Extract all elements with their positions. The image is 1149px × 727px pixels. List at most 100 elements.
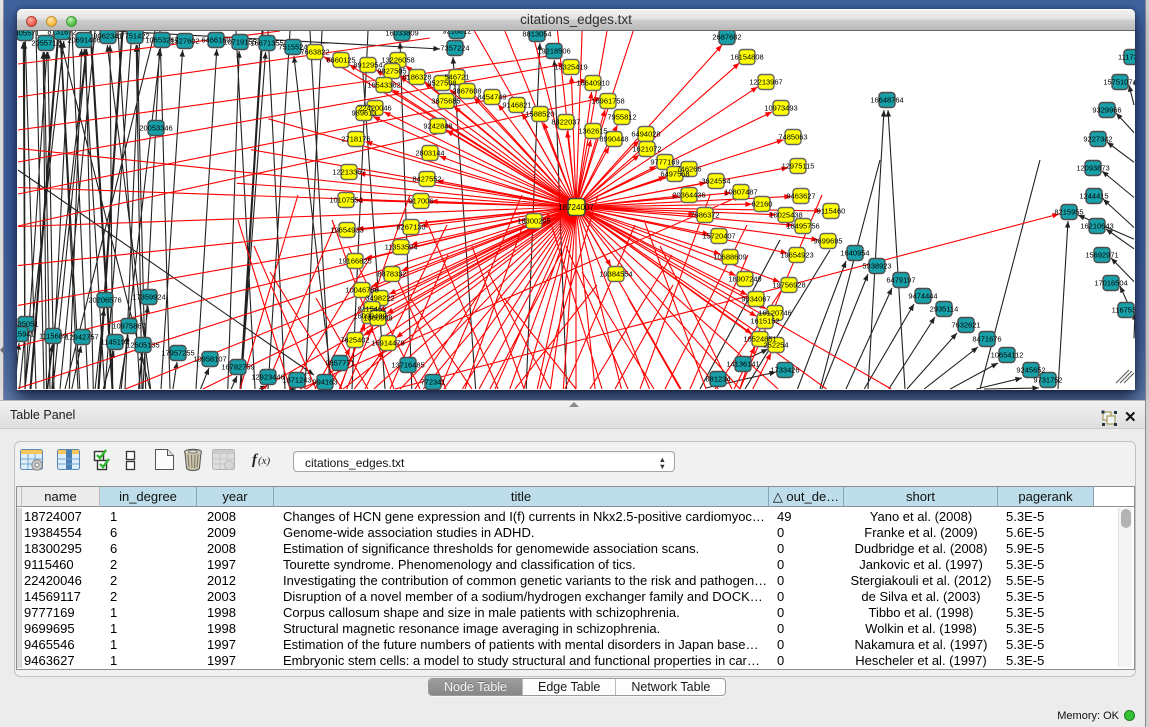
svg-text:16210643: 16210643 (1080, 222, 1113, 231)
svg-text:17016504: 17016504 (1094, 279, 1127, 288)
svg-text:12505135: 12505135 (126, 341, 159, 350)
svg-text:19654933: 19654933 (330, 226, 363, 235)
svg-text:1640954: 1640954 (840, 249, 869, 258)
svg-text:3675685: 3675685 (431, 97, 460, 106)
svg-text:18300295: 18300295 (517, 217, 550, 226)
svg-text:9699695: 9699695 (813, 237, 842, 246)
svg-text:9115460: 9115460 (817, 207, 846, 216)
svg-text:9474444: 9474444 (908, 292, 937, 301)
svg-text:2055712: 2055712 (31, 39, 60, 48)
svg-text:12213967: 12213967 (749, 78, 782, 87)
svg-text:19166825: 19166825 (338, 257, 371, 266)
svg-text:7485063: 7485063 (778, 133, 807, 142)
svg-text:8990448: 8990448 (599, 135, 628, 144)
svg-text:9329966: 9329966 (1092, 106, 1121, 115)
svg-text:1615152: 1615152 (750, 317, 779, 326)
svg-text:9242848: 9242848 (423, 122, 452, 131)
svg-text:13226058: 13226058 (381, 56, 414, 65)
svg-text:10975867: 10975867 (112, 322, 145, 331)
svg-text:8215955: 8215955 (1054, 208, 1083, 217)
svg-text:546721: 546721 (444, 73, 469, 82)
svg-text:8267130: 8267130 (396, 223, 425, 232)
svg-text:8322037: 8322037 (551, 118, 580, 127)
svg-text:9227342: 9227342 (1083, 135, 1112, 144)
svg-text:6494028: 6494028 (631, 130, 660, 139)
svg-text:5938923: 5938923 (862, 262, 891, 271)
svg-text:18907249: 18907249 (728, 275, 761, 284)
svg-text:2718176: 2718176 (341, 135, 370, 144)
svg-text:13716485: 13716485 (391, 361, 424, 370)
svg-text:17359924: 17359924 (132, 293, 165, 302)
svg-text:18724007: 18724007 (558, 203, 594, 212)
svg-text:2935114: 2935114 (930, 305, 959, 314)
svg-text:8427552: 8427552 (412, 175, 441, 184)
svg-text:11353594: 11353594 (385, 243, 418, 252)
svg-text:(x): (x) (258, 455, 271, 467)
svg-text:1117312: 1117312 (1118, 53, 1135, 62)
svg-text:15720407: 15720407 (702, 232, 735, 241)
svg-text:6479197: 6479197 (886, 276, 915, 285)
svg-text:994163: 994163 (312, 378, 337, 387)
svg-text:15692971: 15692971 (1085, 251, 1118, 260)
svg-text:16961758: 16961758 (591, 97, 624, 106)
svg-text:12975115: 12975115 (782, 162, 815, 171)
svg-text:9657771: 9657771 (325, 359, 354, 368)
svg-text:7625402: 7625402 (340, 336, 369, 345)
svg-text:10107554: 10107554 (329, 196, 362, 205)
svg-text:20364436: 20364436 (672, 191, 705, 200)
svg-text:3915941: 3915941 (17, 330, 35, 339)
svg-text:19384554: 19384554 (599, 270, 632, 279)
svg-text:9245652: 9245652 (1016, 366, 1045, 375)
svg-text:9146821: 9146821 (502, 101, 531, 110)
svg-text:18495756: 18495756 (786, 222, 819, 231)
svg-text:9034067: 9034067 (741, 295, 770, 304)
svg-text:989613: 989613 (351, 109, 376, 118)
svg-text:20053346: 20053346 (139, 124, 172, 133)
svg-text:2803144: 2803144 (415, 149, 444, 158)
svg-text:13325419: 13325419 (554, 63, 587, 72)
svg-text:16033809: 16033809 (385, 31, 418, 38)
svg-text:1733426: 1733426 (770, 366, 799, 375)
svg-text:16782759: 16782759 (221, 363, 254, 372)
svg-text:9062341: 9062341 (93, 32, 122, 41)
svg-text:1145194: 1145194 (101, 338, 130, 347)
svg-text:1588520: 1588520 (525, 110, 554, 119)
svg-text:746266: 746266 (676, 165, 701, 174)
svg-text:1115689: 1115689 (39, 332, 67, 341)
svg-text:8471676: 8471676 (972, 335, 1001, 344)
svg-text:9218812: 9218812 (442, 31, 471, 36)
svg-text:12093873: 12093873 (1076, 164, 1109, 173)
svg-text:7986372: 7986372 (690, 211, 719, 220)
svg-text:8660125: 8660125 (326, 56, 355, 65)
svg-text:12213367: 12213367 (332, 168, 365, 177)
svg-text:1244415: 1244415 (1079, 192, 1108, 201)
svg-text:8813054: 8813054 (522, 31, 551, 39)
svg-text:10025438: 10025438 (769, 211, 802, 220)
svg-text:16648764: 16648764 (870, 96, 903, 105)
svg-text:19756928: 19756928 (772, 281, 805, 290)
svg-text:1167534: 1167534 (1112, 306, 1135, 315)
svg-text:1905571: 1905571 (17, 31, 40, 38)
svg-text:20206576: 20206576 (88, 296, 121, 305)
svg-text:10973493: 10973493 (764, 104, 797, 113)
svg-text:7357224: 7357224 (440, 44, 469, 53)
svg-text:1527602: 1527602 (170, 37, 199, 46)
svg-text:10654112: 10654112 (991, 351, 1024, 360)
svg-text:1360998: 1360998 (363, 314, 392, 323)
svg-text:16640910: 16640910 (576, 79, 609, 88)
svg-text:16543362: 16543362 (367, 81, 400, 90)
svg-text:917006: 917006 (408, 197, 433, 206)
svg-text:8878332: 8878332 (377, 270, 406, 279)
svg-text:3624554: 3624554 (701, 177, 730, 186)
svg-text:16914479: 16914479 (371, 339, 404, 348)
svg-text:435051: 435051 (17, 320, 39, 329)
svg-text:7663822: 7663822 (300, 48, 329, 57)
svg-text:19654923: 19654923 (780, 251, 813, 260)
svg-text:2687682: 2687682 (712, 33, 741, 42)
svg-text:7632621: 7632621 (951, 321, 980, 330)
svg-text:15751074: 15751074 (1103, 78, 1135, 87)
svg-text:9777169: 9777169 (650, 158, 679, 167)
svg-text:12923446: 12923446 (251, 373, 284, 382)
svg-text:1621072: 1621072 (632, 145, 661, 154)
svg-text:7955812: 7955812 (607, 113, 636, 122)
